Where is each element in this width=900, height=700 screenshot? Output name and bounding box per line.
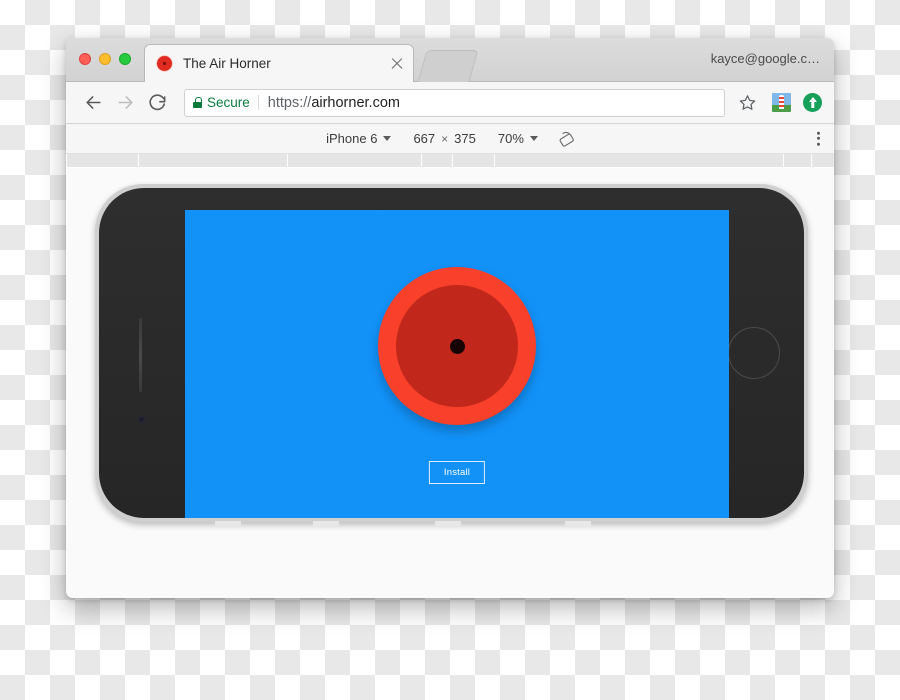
ruler-tick bbox=[783, 154, 784, 168]
antenna-line bbox=[435, 521, 461, 526]
security-status-label: Secure bbox=[207, 95, 259, 110]
device-emulation-toolbar: iPhone 6 667 × 375 70% bbox=[66, 124, 834, 154]
forward-button[interactable] bbox=[110, 88, 140, 118]
star-icon[interactable] bbox=[735, 91, 759, 115]
ruler-tick bbox=[811, 154, 812, 168]
tab-strip: The Air Horner kayce@google.c… bbox=[66, 38, 834, 82]
browser-tab-active[interactable]: The Air Horner bbox=[144, 44, 414, 82]
device-bezel: Install bbox=[99, 188, 804, 518]
address-bar[interactable]: Secure https://airhorner.com bbox=[184, 88, 725, 117]
dimension-separator: × bbox=[441, 131, 449, 146]
three-dot-menu-icon[interactable] bbox=[816, 131, 820, 146]
zoom-level-label: 70% bbox=[497, 131, 524, 146]
page-content-airhorner: Install bbox=[185, 210, 729, 518]
home-button[interactable] bbox=[728, 327, 780, 379]
chevron-down-icon bbox=[529, 136, 538, 141]
reload-button[interactable] bbox=[142, 88, 172, 118]
viewport-width-input[interactable]: 667 bbox=[413, 131, 435, 146]
ruler-tick bbox=[494, 154, 495, 168]
close-tab-icon[interactable] bbox=[389, 56, 405, 72]
front-camera-icon bbox=[138, 416, 145, 423]
device-frame-iphone: Install bbox=[95, 184, 808, 526]
minimize-window-button[interactable] bbox=[99, 53, 111, 65]
url-host: airhorner.com bbox=[311, 94, 400, 111]
device-name-label: iPhone 6 bbox=[326, 131, 378, 146]
emulated-viewport: Install bbox=[66, 168, 834, 598]
zoom-selector[interactable]: 70% bbox=[498, 131, 538, 146]
ruler-tick bbox=[287, 154, 288, 168]
url-text: https://airhorner.com bbox=[259, 95, 716, 111]
viewport-height-input[interactable]: 375 bbox=[454, 131, 476, 146]
install-button[interactable]: Install bbox=[428, 460, 486, 484]
antenna-line bbox=[215, 521, 241, 526]
antenna-line bbox=[565, 521, 591, 526]
account-label[interactable]: kayce@google.c… bbox=[711, 51, 820, 66]
viewport-size: 667 × 375 bbox=[413, 131, 475, 146]
lock-icon bbox=[193, 97, 202, 108]
air-horn-button[interactable] bbox=[378, 267, 536, 425]
ruler-tick bbox=[66, 154, 67, 168]
close-window-button[interactable] bbox=[79, 53, 91, 65]
air-horn-favicon-icon bbox=[157, 56, 172, 71]
horn-inner-circle bbox=[396, 285, 518, 407]
back-button[interactable] bbox=[78, 88, 108, 118]
device-selector[interactable]: iPhone 6 bbox=[326, 131, 392, 146]
lighthouse-extension-icon[interactable] bbox=[770, 92, 792, 114]
maximize-window-button[interactable] bbox=[119, 53, 131, 65]
ruler-tick bbox=[421, 154, 422, 168]
antenna-line bbox=[313, 521, 339, 526]
earpiece-speaker-icon bbox=[139, 318, 142, 392]
browser-window: The Air Horner kayce@google.c… Secure ht… bbox=[66, 38, 834, 598]
viewport-ruler bbox=[66, 154, 834, 168]
chevron-down-icon bbox=[383, 136, 392, 141]
horn-center-dot bbox=[449, 338, 465, 354]
url-scheme: https:// bbox=[267, 94, 312, 111]
browser-toolbar: Secure https://airhorner.com bbox=[66, 82, 834, 124]
ruler-tick bbox=[138, 154, 139, 168]
horn-outer-ring bbox=[378, 267, 536, 425]
window-traffic-lights bbox=[79, 53, 131, 65]
upload-extension-icon[interactable] bbox=[803, 93, 822, 112]
rotate-device-icon[interactable] bbox=[558, 131, 574, 147]
tab-title: The Air Horner bbox=[183, 56, 271, 71]
ruler-tick bbox=[452, 154, 453, 168]
new-tab-button[interactable] bbox=[417, 50, 479, 82]
